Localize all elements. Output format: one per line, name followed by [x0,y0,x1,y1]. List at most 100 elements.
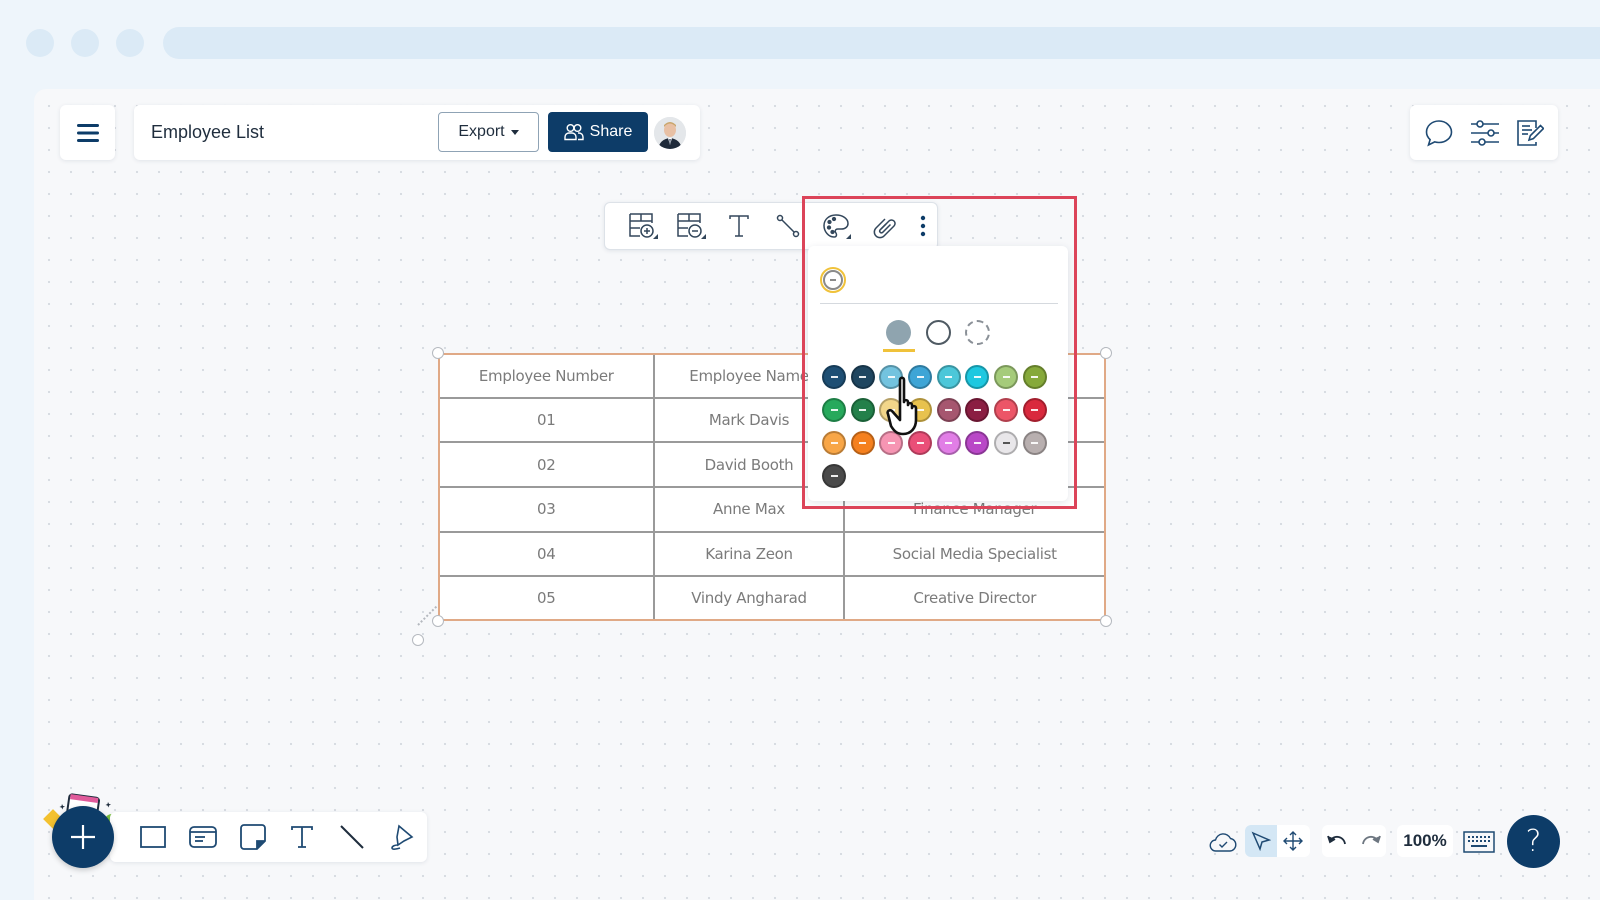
table-cell[interactable]: Social Media Specialist [843,530,1104,578]
table-cell[interactable]: Karina Zeon [652,530,846,578]
pointer-arrow-icon [1251,831,1271,851]
resize-handle-bottom-right[interactable] [1100,615,1112,627]
text-icon [291,826,314,848]
users-icon [563,124,584,141]
zoom-level-control[interactable]: 100% [1397,825,1453,857]
color-swatch[interactable] [850,431,875,455]
more-options-button[interactable] [908,206,937,246]
caret-down-icon [510,129,519,135]
color-swatch[interactable] [936,431,961,455]
document-title[interactable]: Employee List [151,122,264,143]
color-swatch[interactable] [879,365,904,389]
dropdown-indicator-icon [653,234,659,239]
title-bar: Employee List Export Share [134,105,700,160]
color-swatch[interactable] [965,365,990,389]
add-row-column-button[interactable] [619,206,667,246]
color-swatch[interactable] [994,431,1019,455]
color-swatch[interactable] [936,398,961,422]
text-tool[interactable] [277,815,327,859]
color-swatch[interactable] [1022,365,1047,389]
help-button[interactable]: ? [1507,815,1560,868]
context-toolbar [604,202,938,250]
window-dot [71,29,99,57]
export-button[interactable]: Export [438,112,539,152]
table-cell[interactable]: Vindy Angharad [652,575,846,619]
table-cell[interactable]: 02 [440,441,655,488]
color-swatch[interactable] [1022,398,1047,422]
share-button[interactable]: Share [548,112,648,152]
notes-button[interactable] [1516,119,1544,147]
select-mode-button[interactable] [1245,825,1277,857]
settings-button[interactable] [1470,119,1500,146]
redo-icon [1362,835,1381,845]
table-cell[interactable]: 03 [440,485,655,533]
menu-button[interactable] [60,105,115,160]
cloud-check-icon [1209,833,1237,852]
add-button[interactable] [52,806,114,868]
user-avatar[interactable] [654,117,686,149]
fill-style-none[interactable] [965,320,990,345]
color-swatch[interactable] [822,464,846,488]
color-swatch[interactable] [965,398,990,422]
table-header-cell[interactable]: Employee Number [440,355,655,399]
resize-handle-top-left[interactable] [432,347,444,359]
export-label: Export [458,123,505,140]
undo-icon [1327,835,1346,845]
remove-row-column-button[interactable] [667,206,715,246]
color-swatch[interactable] [850,365,875,389]
color-swatch[interactable] [994,365,1019,389]
edit-notes-icon [1517,119,1544,146]
keyboard-shortcuts-button[interactable] [1463,830,1495,854]
color-swatch[interactable] [965,431,990,455]
connector-icon [776,214,799,238]
color-swatch[interactable] [879,398,904,422]
resize-handle-bottom-left[interactable] [432,615,444,627]
color-swatch[interactable] [908,398,933,422]
comments-button[interactable] [1424,119,1454,147]
undo-button[interactable] [1327,832,1349,850]
sliders-icon [1471,119,1499,146]
color-swatch[interactable] [822,398,846,422]
color-swatch-grid [822,365,1047,488]
address-bar[interactable] [163,27,1600,59]
resize-handle-top-right[interactable] [1100,347,1112,359]
move-arrows-icon [1283,831,1303,851]
link-button[interactable] [860,206,908,246]
table-cell[interactable]: 05 [440,575,655,619]
table-cell[interactable]: 04 [440,530,655,578]
fill-style-solid[interactable] [886,320,911,345]
color-swatch[interactable] [1022,431,1047,455]
color-swatch[interactable] [908,365,933,389]
rectangle-tool[interactable] [128,815,178,859]
color-palette-button[interactable] [812,206,860,246]
text-tool-button[interactable] [715,206,763,246]
redo-button[interactable] [1359,832,1381,850]
color-swatch[interactable] [908,431,933,455]
color-swatch[interactable] [936,365,961,389]
cloud-save-status[interactable] [1208,829,1238,855]
color-swatch[interactable] [822,365,846,389]
current-color-swatch[interactable] [820,267,846,293]
history-controls [1322,825,1386,857]
pen-icon [391,824,414,850]
color-swatch[interactable] [879,431,904,455]
color-swatch[interactable] [822,431,846,455]
line-tool[interactable] [327,815,377,859]
zoom-level: 100% [1403,831,1447,850]
dropdown-indicator-icon [701,234,707,239]
card-tool[interactable] [178,815,228,859]
table-cell[interactable]: 01 [440,396,655,444]
pen-tool[interactable] [377,815,427,859]
connector-button[interactable] [764,206,812,246]
table-row: 04 Karina Zeon Social Media Specialist [440,530,1104,578]
table-row: 05 Vindy Angharad Creative Director [440,575,1104,619]
rotate-handle[interactable] [412,634,424,646]
sticky-note-tool[interactable] [228,815,278,859]
color-swatch[interactable] [850,398,875,422]
table-cell[interactable]: Creative Director [843,575,1104,619]
color-swatch[interactable] [994,398,1019,422]
fill-style-outline[interactable] [926,320,951,345]
hamburger-icon [76,123,99,142]
pan-mode-button[interactable] [1277,825,1309,857]
more-vertical-icon [920,215,925,237]
